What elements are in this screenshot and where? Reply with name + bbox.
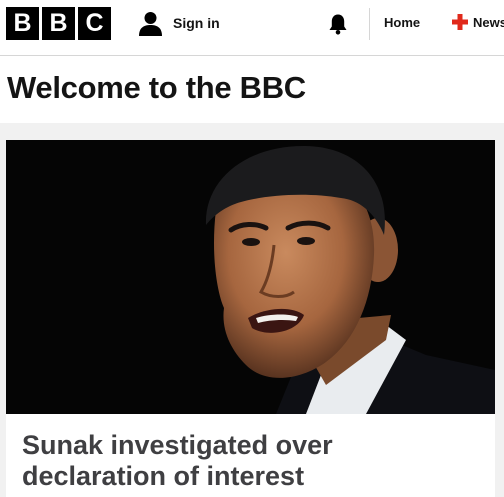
top-story-card[interactable]: Sunak investigated over declaration of i… — [6, 140, 495, 497]
nav-item-news-label: News — [473, 14, 504, 30]
sign-in-link[interactable]: Sign in — [138, 9, 220, 37]
top-navigation-bar: B B C Sign in Home News — [0, 0, 504, 56]
nav-divider — [369, 8, 370, 40]
portrait-photo — [6, 140, 495, 414]
page-title: Welcome to the BBC — [7, 70, 306, 105]
top-story-headline[interactable]: Sunak investigated over declaration of i… — [22, 430, 462, 492]
logo-letter-b2: B — [42, 7, 75, 40]
nav-item-news[interactable]: News — [452, 14, 504, 30]
person-icon — [139, 11, 162, 36]
logo-letter-b1: B — [6, 7, 39, 40]
logo-letter-c: C — [78, 7, 111, 40]
bell-icon[interactable] — [328, 13, 348, 35]
nav-item-home[interactable]: Home — [384, 15, 420, 30]
sign-in-label: Sign in — [173, 15, 220, 31]
news-icon — [452, 14, 468, 30]
top-story-image[interactable] — [6, 140, 495, 414]
bbc-logo[interactable]: B B C — [6, 7, 111, 40]
